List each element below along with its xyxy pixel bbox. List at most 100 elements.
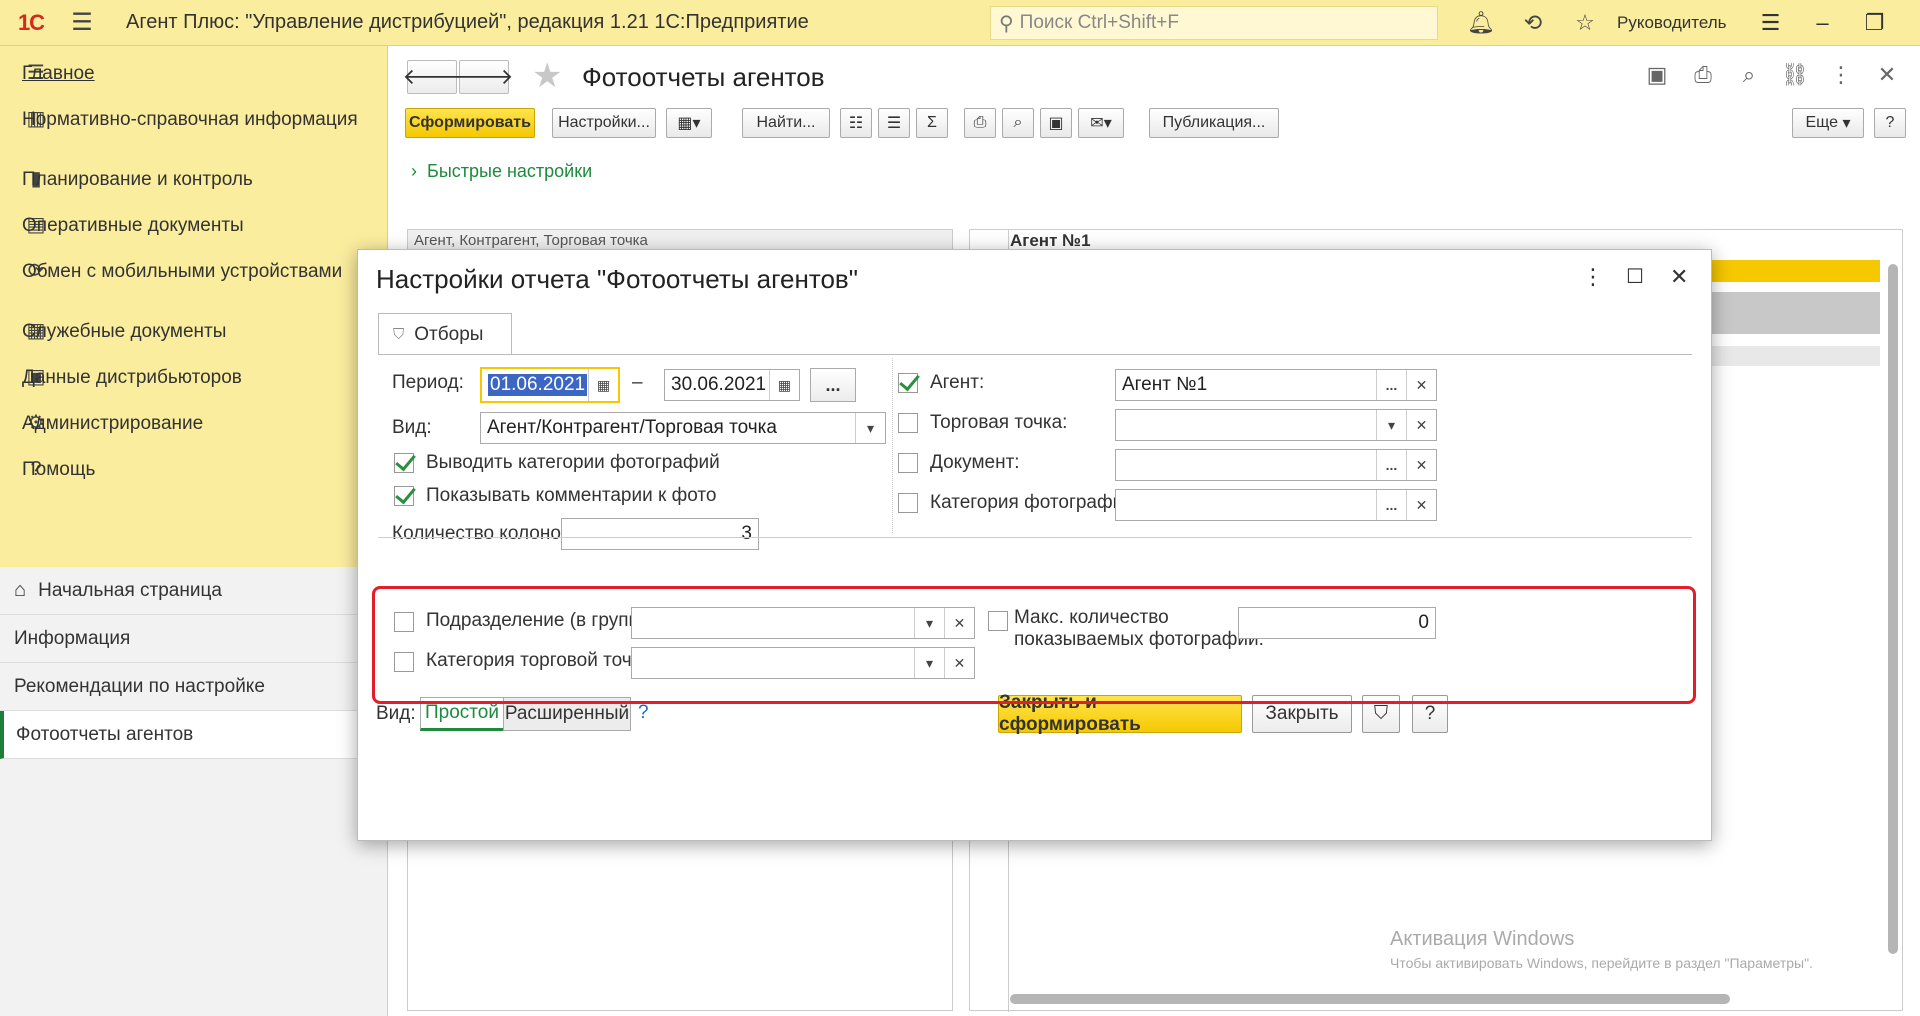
sidebar-item-administration[interactable]: ⚙ Администрирование: [0, 404, 387, 450]
agent-checkbox[interactable]: [898, 373, 918, 393]
magnifier-icon: ⌕: [1013, 114, 1023, 131]
sidebar-item-planning[interactable]: ▮ Планирование и контроль: [0, 160, 387, 206]
restore-icon[interactable]: ❐: [1849, 10, 1901, 36]
period-select-button[interactable]: ...: [810, 368, 856, 402]
dialog-more-icon[interactable]: ⋮: [1582, 264, 1604, 290]
close-window-icon[interactable]: ✕: [1901, 10, 1920, 36]
period-dash: –: [632, 372, 643, 393]
sidebar-home-page[interactable]: ⌂ Начальная страница: [0, 567, 387, 615]
generate-button[interactable]: Сформировать: [405, 108, 535, 138]
minimize-icon[interactable]: –: [1797, 10, 1849, 36]
agent-input[interactable]: Агент №1 ... ✕: [1115, 369, 1437, 401]
document-clear-icon[interactable]: ✕: [1406, 450, 1436, 480]
document-input[interactable]: ... ✕: [1115, 449, 1437, 481]
save-button[interactable]: ▣: [1040, 108, 1072, 138]
vertical-scrollbar[interactable]: [1888, 264, 1898, 954]
sidebar-item-operational-docs[interactable]: ▤ Оперативные документы: [0, 206, 387, 252]
current-user[interactable]: Руководитель: [1617, 13, 1727, 33]
forward-button[interactable]: 🡒: [455, 60, 514, 94]
favorites-star-icon[interactable]: ☆: [1559, 10, 1611, 36]
sidebar-item-help[interactable]: ? Помощь: [0, 450, 387, 496]
link-icon[interactable]: ⛓: [1772, 62, 1818, 88]
windows-activation-watermark: Активация Windows Чтобы активировать Win…: [1390, 928, 1813, 971]
send-email-button[interactable]: ✉▾: [1078, 108, 1124, 138]
filter-icon: ⛉: [1373, 703, 1389, 724]
mode-help-link[interactable]: ?: [638, 702, 649, 724]
photo-category-clear-icon[interactable]: ✕: [1406, 490, 1436, 520]
view-label: Вид:: [392, 417, 432, 438]
photo-category-checkbox[interactable]: [898, 493, 918, 513]
sigma-icon: Σ: [927, 114, 937, 131]
outlet-input[interactable]: ▾ ✕: [1115, 409, 1437, 441]
mode-label: Вид:: [376, 703, 416, 724]
variants-button[interactable]: ▦▾: [666, 108, 712, 138]
home-icon: ⌂: [14, 579, 27, 601]
photo-category-select-button[interactable]: ...: [1376, 490, 1406, 520]
settings-button[interactable]: Настройки...: [552, 108, 656, 138]
agent-clear-icon[interactable]: ✕: [1406, 370, 1436, 400]
arrow-left-icon: 🡐: [402, 64, 462, 89]
favorite-star-icon[interactable]: ★: [532, 56, 562, 96]
view-select[interactable]: Агент/Контрагент/Торговая точка ▾: [480, 412, 886, 444]
sidebar-agent-photo-reports[interactable]: Фотоотчеты агентов: [0, 711, 387, 759]
show-comments-checkbox[interactable]: [394, 486, 414, 506]
preview-icon[interactable]: ⌕: [1726, 62, 1772, 88]
dialog-close-icon[interactable]: ✕: [1670, 264, 1688, 290]
main-menu-icon[interactable]: ☰: [62, 8, 102, 37]
publish-button[interactable]: Публикация...: [1149, 108, 1279, 138]
quick-settings-toggle[interactable]: › Быстрые настройки: [411, 161, 592, 182]
photo-category-input[interactable]: ... ✕: [1115, 489, 1437, 521]
print-icon[interactable]: ⎙: [1680, 62, 1726, 88]
find-button[interactable]: Найти...: [742, 108, 830, 138]
sidebar-item-service-docs[interactable]: ▦ Служебные документы: [0, 312, 387, 358]
collapse-groups-button[interactable]: ☰: [878, 108, 910, 138]
title-bar: 1С ☰ Агент Плюс: "Управление дистрибуцие…: [0, 0, 1920, 46]
history-icon[interactable]: ⟲: [1507, 10, 1559, 36]
sidebar-setup-recommendations[interactable]: Рекомендации по настройке: [0, 663, 387, 711]
calendar-icon[interactable]: ▦: [769, 370, 799, 400]
expand-groups-button[interactable]: ☷: [840, 108, 872, 138]
global-search-input[interactable]: ⚲ Поиск Ctrl+Shift+F: [990, 6, 1438, 40]
outlet-clear-icon[interactable]: ✕: [1406, 410, 1436, 440]
calendar-icon[interactable]: ▦: [588, 369, 618, 401]
agent-select-button[interactable]: ...: [1376, 370, 1406, 400]
more-button[interactable]: Еще ▾: [1792, 108, 1864, 138]
period-to-input[interactable]: 30.06.2021 ▦: [664, 369, 800, 401]
settings-menu-icon[interactable]: ☰: [1745, 10, 1797, 36]
save-icon[interactable]: ▣: [1634, 62, 1680, 88]
outlet-label: Торговая точка:: [930, 412, 1068, 433]
show-comments-label: Показывать комментарии к фото: [426, 485, 717, 506]
period-label: Период:: [392, 372, 464, 393]
highlight-frame: [372, 586, 1696, 704]
document-select-button[interactable]: ...: [1376, 450, 1406, 480]
close-form-icon[interactable]: ✕: [1864, 62, 1910, 88]
chevron-down-icon[interactable]: ▾: [855, 413, 885, 443]
sum-button[interactable]: Σ: [916, 108, 948, 138]
sidebar-item-main[interactable]: ☰ Главное: [0, 54, 387, 100]
more-vertical-icon[interactable]: ⋮: [1818, 62, 1864, 88]
columns-input[interactable]: 3: [561, 518, 759, 550]
period-from-input[interactable]: 01.06.2021 ▦: [480, 367, 620, 403]
dialog-title: Настройки отчета "Фотоотчеты агентов": [376, 264, 858, 294]
outlet-checkbox[interactable]: [898, 413, 918, 433]
sidebar-item-mobile-exchange[interactable]: ⟳ Обмен с мобильными устройствами: [0, 252, 387, 312]
document-checkbox[interactable]: [898, 453, 918, 473]
back-button[interactable]: 🡐: [403, 60, 462, 94]
tab-filters[interactable]: ⛉ Отборы: [378, 313, 512, 355]
bell-icon[interactable]: 🔔︎: [1455, 10, 1507, 36]
chevron-right-icon: ›: [411, 161, 417, 181]
dialog-maximize-icon[interactable]: ☐: [1626, 264, 1644, 289]
chevron-down-icon[interactable]: ▾: [1376, 410, 1406, 440]
print-button[interactable]: ⎙: [964, 108, 996, 138]
help-button[interactable]: ?: [1874, 108, 1906, 138]
sidebar-item-distributor-data[interactable]: ▣ Данные дистрибьюторов: [0, 358, 387, 404]
filter-icon: ⛉: [393, 326, 405, 343]
horizontal-scrollbar[interactable]: [1010, 994, 1730, 1004]
app-logo: 1С: [17, 9, 45, 35]
agent-label: Агент:: [930, 372, 985, 393]
search-icon: ⚲: [999, 12, 1014, 35]
sidebar-item-reference[interactable]: ▥ Нормативно-справочная информация: [0, 100, 387, 160]
sidebar-information[interactable]: Информация: [0, 615, 387, 663]
show-categories-checkbox[interactable]: [394, 453, 414, 473]
preview-button[interactable]: ⌕: [1002, 108, 1034, 138]
